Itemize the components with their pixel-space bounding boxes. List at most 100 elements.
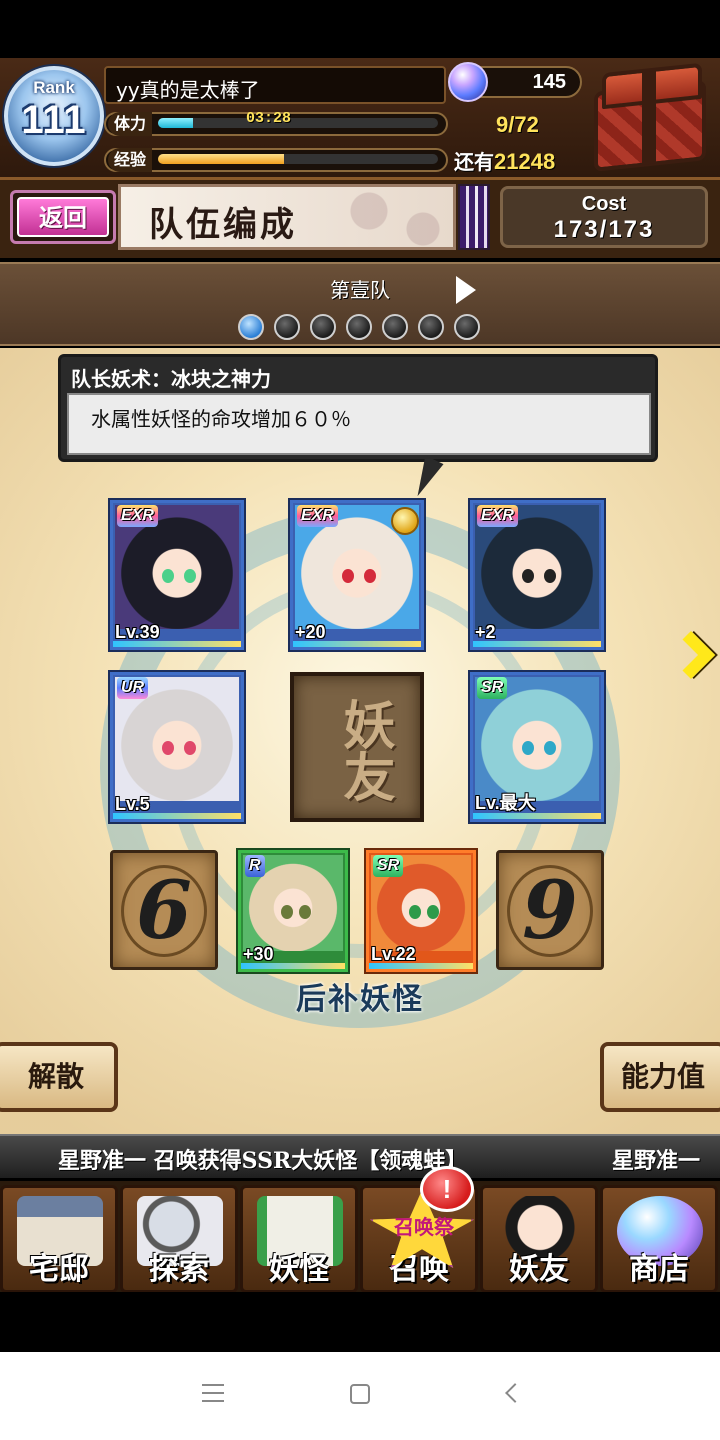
formation-area: 队长妖术：冰块之神力 水属性妖怪的命攻增加６０％ EXR Lv.39 EXR +… — [0, 348, 720, 1134]
nav-monsters[interactable]: 妖怪 — [240, 1185, 358, 1293]
leader-skill-description: 水属性妖怪的命攻增加６０％ — [91, 407, 351, 431]
stamina-timer: 03:28 — [246, 110, 292, 127]
stamina-fill — [158, 118, 193, 128]
nav-label: 探索 — [149, 1252, 209, 1287]
next-page-arrow-icon[interactable] — [666, 630, 716, 700]
title-stripe-decoration — [458, 184, 490, 250]
rank-value: 111 — [21, 98, 87, 142]
eye — [427, 904, 439, 919]
team-page-dot[interactable] — [274, 314, 300, 340]
team-page-dot[interactable] — [418, 314, 444, 340]
rarity-badge: EXR — [117, 505, 158, 527]
summon-festival-tag: 召唤祭 — [394, 1215, 454, 1239]
page-title: 队伍编成 — [149, 205, 297, 245]
rarity-badge: EXR — [297, 505, 338, 527]
leader-skill-panel: 队长妖术：冰块之神力 水属性妖怪的命攻增加６０％ — [58, 354, 658, 462]
player-header: Rank 111 yy真的是太棒了 体力 03:28 经验 145 9/72 还… — [0, 58, 720, 180]
nav-shop[interactable]: 商店 — [600, 1185, 718, 1293]
friend-slot-label: 妖友 — [334, 698, 395, 802]
eye — [522, 569, 535, 584]
team-page-dot[interactable] — [238, 314, 264, 340]
summon-alert-badge: ! — [420, 1166, 474, 1212]
back-button-label: 返回 — [17, 197, 109, 237]
rarity-badge: SR — [477, 677, 508, 699]
news-ticker: 星野准一 召唤获得SSR大妖怪【领魂蛙】 星野准一 — [0, 1134, 720, 1178]
title-bar: 返回 队伍编成 Cost 173/173 — [0, 180, 720, 258]
eye — [162, 741, 175, 756]
remaining-value: 21248 — [494, 149, 556, 174]
eye — [299, 904, 311, 919]
stamina-label: 体力 — [108, 112, 153, 136]
remaining-exp: 还有21248 — [454, 146, 555, 175]
flower-pattern-icon — [333, 187, 453, 247]
eye — [184, 569, 197, 584]
cost-label: Cost — [581, 193, 627, 215]
rank-badge[interactable]: Rank 111 — [2, 60, 106, 172]
eye — [342, 569, 355, 584]
back-button[interactable]: 返回 — [10, 190, 116, 244]
nav-mansion[interactable]: 宅邸 — [0, 1185, 118, 1293]
team-page-dot[interactable] — [310, 314, 336, 340]
remaining-label: 还有 — [454, 150, 494, 174]
reserve-label: 后补妖怪 — [296, 982, 424, 1017]
ticker-message-repeat: 星野准一 — [612, 1148, 701, 1174]
nav-label: 妖怪 — [269, 1252, 329, 1287]
card-level: +2 — [475, 622, 496, 642]
reserve-empty-slot-right[interactable]: 9 — [496, 850, 604, 970]
next-team-arrow-icon[interactable] — [456, 276, 476, 304]
system-nav-bar — [0, 1352, 720, 1440]
eye — [281, 904, 293, 919]
nav-label: 商店 — [629, 1252, 689, 1287]
team-card-leader[interactable]: EXR +20 — [290, 500, 424, 650]
eye — [544, 569, 557, 584]
treasure-chest-icon[interactable] — [588, 62, 712, 172]
exp-bar: 经验 — [104, 148, 448, 172]
rarity-badge: UR — [117, 677, 149, 699]
slot-number: 9 — [522, 863, 578, 957]
team-card-1[interactable]: EXR Lv.39 — [110, 500, 244, 650]
eye — [522, 741, 535, 756]
eye — [184, 741, 197, 756]
gem-value: 145 — [532, 71, 566, 93]
menu-icon[interactable] — [202, 1384, 224, 1402]
card-level: Lv.5 — [115, 794, 150, 814]
nav-friends[interactable]: 妖友 — [480, 1185, 598, 1293]
leader-skill-title: 队长妖术：冰块之神力 — [71, 367, 271, 391]
team-card-4[interactable]: UR Lv.5 — [110, 672, 244, 822]
nav-label: 妖友 — [509, 1252, 569, 1287]
back-icon[interactable] — [505, 1383, 525, 1403]
team-card-3[interactable]: EXR +2 — [470, 500, 604, 650]
friend-slot[interactable]: 妖友 — [290, 672, 424, 822]
eye — [544, 741, 557, 756]
team-selector: 第壹队 — [0, 262, 720, 346]
stamina-bar: 体力 03:28 — [104, 110, 448, 136]
eye — [409, 904, 421, 919]
leader-medal-icon — [391, 507, 419, 535]
stats-button[interactable]: 能力值 — [600, 1042, 720, 1112]
reserve-card-2[interactable]: SR Lv.22 — [366, 850, 476, 972]
reserve-card-1[interactable]: R +30 — [238, 850, 348, 972]
stamina-count: 9/72 — [496, 112, 539, 137]
eye — [162, 569, 175, 584]
gem-orb-icon — [448, 62, 488, 102]
team-page-dot[interactable] — [382, 314, 408, 340]
cost-value: 173/173 — [553, 216, 655, 243]
card-level: +30 — [243, 944, 274, 964]
slot-number: 6 — [136, 863, 192, 957]
card-level: Lv.39 — [115, 622, 160, 642]
reserve-empty-slot-left[interactable]: 6 — [110, 850, 218, 970]
home-icon[interactable] — [350, 1384, 370, 1404]
team-page-dot[interactable] — [454, 314, 480, 340]
nav-explore[interactable]: 探索 — [120, 1185, 238, 1293]
team-card-5[interactable]: SR Lv.最大 — [470, 672, 604, 822]
status-bar — [0, 0, 720, 58]
disband-button[interactable]: 解散 — [0, 1042, 118, 1112]
card-level: Lv.22 — [371, 944, 416, 964]
rarity-badge: SR — [373, 855, 404, 877]
team-page-dot[interactable] — [346, 314, 372, 340]
team-name: 第壹队 — [330, 278, 390, 302]
gem-counter[interactable]: 145 — [448, 62, 582, 102]
team-page-dots — [238, 314, 480, 340]
card-level: +20 — [295, 622, 326, 642]
nav-label: 宅邸 — [29, 1252, 89, 1287]
